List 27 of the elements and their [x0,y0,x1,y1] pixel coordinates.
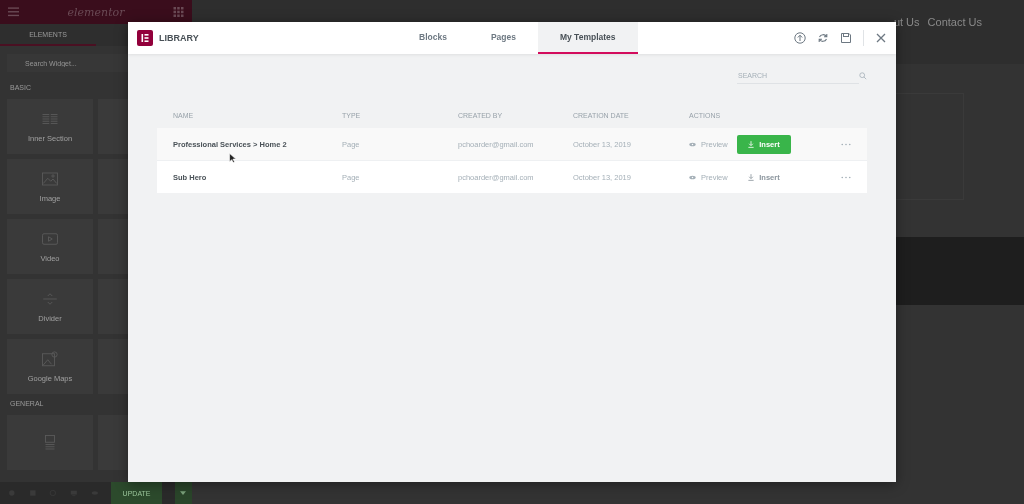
library-tab[interactable]: Blocks [397,22,469,54]
video-icon [41,230,59,248]
more-options-icon[interactable] [841,175,851,179]
grid-icon[interactable] [173,7,184,17]
elementor-logo-icon [137,30,153,46]
search-icon [859,72,867,80]
caret-icon [180,491,187,495]
mouse-cursor-icon [229,153,236,163]
map-icon [41,350,59,368]
save-icon[interactable] [840,32,852,44]
library-tab[interactable]: My Templates [537,22,638,54]
widget-tile[interactable] [7,415,93,470]
nav-link[interactable]: Contact Us [927,16,982,28]
image-icon [41,170,59,188]
more-options-icon[interactable] [841,142,851,146]
sync-icon[interactable] [817,32,829,44]
menu-icon[interactable] [8,7,19,17]
download-icon [748,140,755,148]
eye-icon [689,141,696,147]
library-tab[interactable]: Pages [468,22,538,54]
download-icon [748,173,755,181]
update-options-button[interactable] [174,482,192,504]
close-icon[interactable] [875,32,887,44]
elementor-logo: elementor [67,5,125,19]
library-title: LIBRARY [159,33,199,43]
upload-icon[interactable] [794,32,806,44]
eye-icon [689,174,696,180]
